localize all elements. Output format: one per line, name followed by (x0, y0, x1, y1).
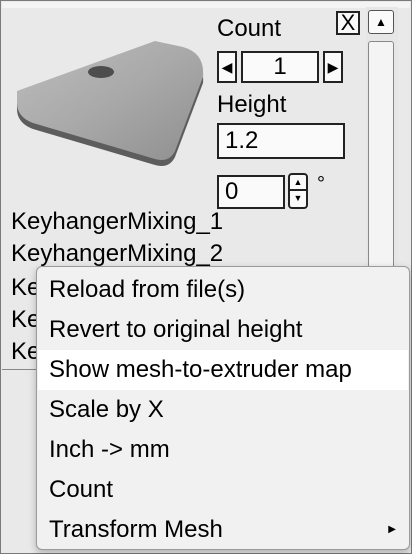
count-field[interactable]: 1 (241, 51, 319, 83)
context-menu: Reload from file(s) Revert to original h… (36, 266, 410, 550)
scroll-up-button[interactable]: ▲ (368, 10, 394, 34)
menu-item-reload[interactable]: Reload from file(s) (38, 270, 408, 310)
arrow-down-icon: ▼ (293, 193, 303, 203)
arrow-up-icon: ▲ (375, 15, 387, 29)
mesh-list-item[interactable]: KeyhangerMixing_2 (11, 241, 223, 267)
rotation-field[interactable]: 0 (217, 175, 285, 209)
rotation-stepper[interactable]: ▲ ▼ (288, 173, 308, 209)
count-label: Count (217, 15, 282, 42)
menu-item-transform-mesh-label: Transform Mesh (49, 516, 223, 543)
arrow-left-icon: ◀ (221, 59, 233, 75)
rotation-up-button[interactable]: ▲ (288, 173, 308, 191)
close-icon: X (340, 10, 356, 35)
menu-item-transform-mesh[interactable]: Transform Mesh ▶ (38, 510, 408, 550)
menu-item-revert-height[interactable]: Revert to original height (38, 310, 408, 350)
arrow-up-icon: ▲ (293, 177, 303, 187)
close-button[interactable]: X (336, 11, 360, 35)
height-field[interactable]: 1.2 (217, 123, 345, 159)
arrow-right-icon: ▶ (327, 59, 339, 75)
rotation-down-button[interactable]: ▼ (288, 191, 308, 209)
menu-item-inch-to-mm[interactable]: Inch -> mm (38, 430, 408, 470)
count-decrement-button[interactable]: ◀ (217, 51, 237, 83)
mesh-list-item[interactable]: KeyhangerMixing_1 (11, 209, 223, 235)
menu-item-scale-by-x[interactable]: Scale by X (38, 390, 408, 430)
degree-unit-label: ° (317, 173, 325, 195)
mesh-preview-image (17, 41, 204, 166)
menu-item-show-mesh-map[interactable]: Show mesh-to-extruder map (38, 350, 408, 390)
submenu-arrow-icon: ▶ (388, 524, 396, 535)
panel-top-strip (2, 2, 410, 8)
height-label: Height (217, 91, 287, 118)
count-increment-button[interactable]: ▶ (323, 51, 343, 83)
menu-item-count[interactable]: Count (38, 470, 408, 510)
